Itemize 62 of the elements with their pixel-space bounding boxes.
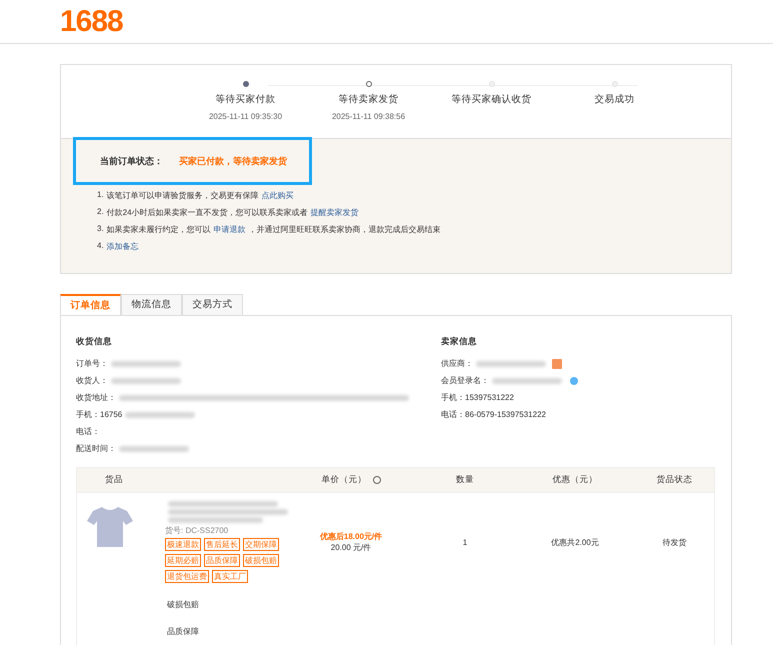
table-cell-text: 待发货 (662, 536, 688, 548)
note-text: 付款24小时后如果卖家一直不发货，您可以联系卖家或者 (106, 207, 308, 218)
step-label: 交易成功 (594, 93, 634, 106)
field-value: 16756 (100, 410, 122, 419)
step-time: 2025-11-11 09:35:30 (208, 112, 282, 121)
service-tag: 极速退款 (165, 538, 201, 551)
list-number: 2. (97, 207, 104, 218)
list-number: 4. (97, 241, 104, 252)
tab[interactable]: 交易方式 (182, 294, 243, 315)
field-label: 电话： (441, 409, 465, 420)
help-icon (372, 476, 380, 484)
field-value: 86-0579-15397531222 (465, 410, 546, 419)
note-text: 该笔订单可以申请验货服务，交易更有保障 (106, 190, 259, 201)
step-label: 等待买家付款 (216, 93, 276, 106)
status-label: 当前订单状态： (100, 154, 163, 168)
list-number: 1. (97, 190, 104, 201)
tab[interactable]: 物流信息 (121, 294, 182, 315)
field-label: 收货地址： (76, 392, 116, 403)
link[interactable]: 点此购买 (262, 190, 294, 201)
section-title: 收货信息 (76, 336, 113, 348)
link[interactable]: 提醒卖家发货 (310, 207, 359, 218)
verified-icon (570, 376, 578, 384)
sku-text: 货号: DC-SS2700 (165, 525, 230, 536)
logo: 1688 (60, 4, 123, 38)
step-label: 等待卖家发货 (338, 93, 398, 106)
link[interactable]: 添加备忘 (106, 241, 139, 252)
column-header: 数量 (456, 474, 474, 486)
step-time: 2025-11-11 09:38:56 (332, 112, 406, 121)
field-label: 手机： (441, 392, 465, 403)
chat-icon (552, 358, 562, 368)
field-label: 会员登录名： (441, 375, 489, 386)
list-number: 3. (97, 224, 104, 235)
service-tag: 品质保障 (204, 554, 240, 567)
service-tag: 退货包运费 (165, 570, 209, 583)
step-label: 等待买家确认收货 (452, 93, 532, 106)
field-label: 收货人： (76, 375, 108, 386)
column-header: 优惠（元） (552, 474, 598, 486)
table-cell-text: 1 (462, 538, 468, 546)
service-tag: 延期必赔 (165, 554, 201, 567)
service-tag: 破损包赔 (243, 554, 279, 567)
field-label: 供应商： (441, 358, 473, 369)
service-tag: 售后延长 (204, 538, 240, 551)
unit-price: 20.00 元/件 (330, 542, 372, 553)
service-tag: 交期保障 (243, 538, 279, 551)
discount-price: 优惠后18.00元/件 (320, 531, 382, 542)
column-header: 货品状态 (656, 474, 692, 486)
field-value: 15397531222 (465, 393, 514, 402)
field-label: 电话： (76, 426, 100, 437)
field-label: 手机： (76, 409, 100, 420)
field-label: 配送时间： (76, 443, 116, 454)
table-cell-text: 优惠共2.00元 (550, 536, 600, 548)
service-text: 品质保障 (167, 627, 199, 636)
link[interactable]: 申请退款 (214, 224, 246, 235)
service-tag: 真实工厂 (212, 570, 248, 583)
status-value: 买家已付款，等待卖家发货 (179, 154, 287, 168)
note-text: 如果卖家未履行约定，您可以 (106, 224, 211, 235)
field-label: 订单号： (76, 358, 108, 369)
column-header: 货品 (105, 474, 123, 486)
service-text: 破损包赔 (167, 600, 199, 609)
section-title: 卖家信息 (441, 336, 478, 348)
column-header: 单价（元） (322, 474, 366, 486)
note-text: ，并通过阿里旺旺联系卖家协商，退款完成后交易结束 (248, 224, 441, 235)
